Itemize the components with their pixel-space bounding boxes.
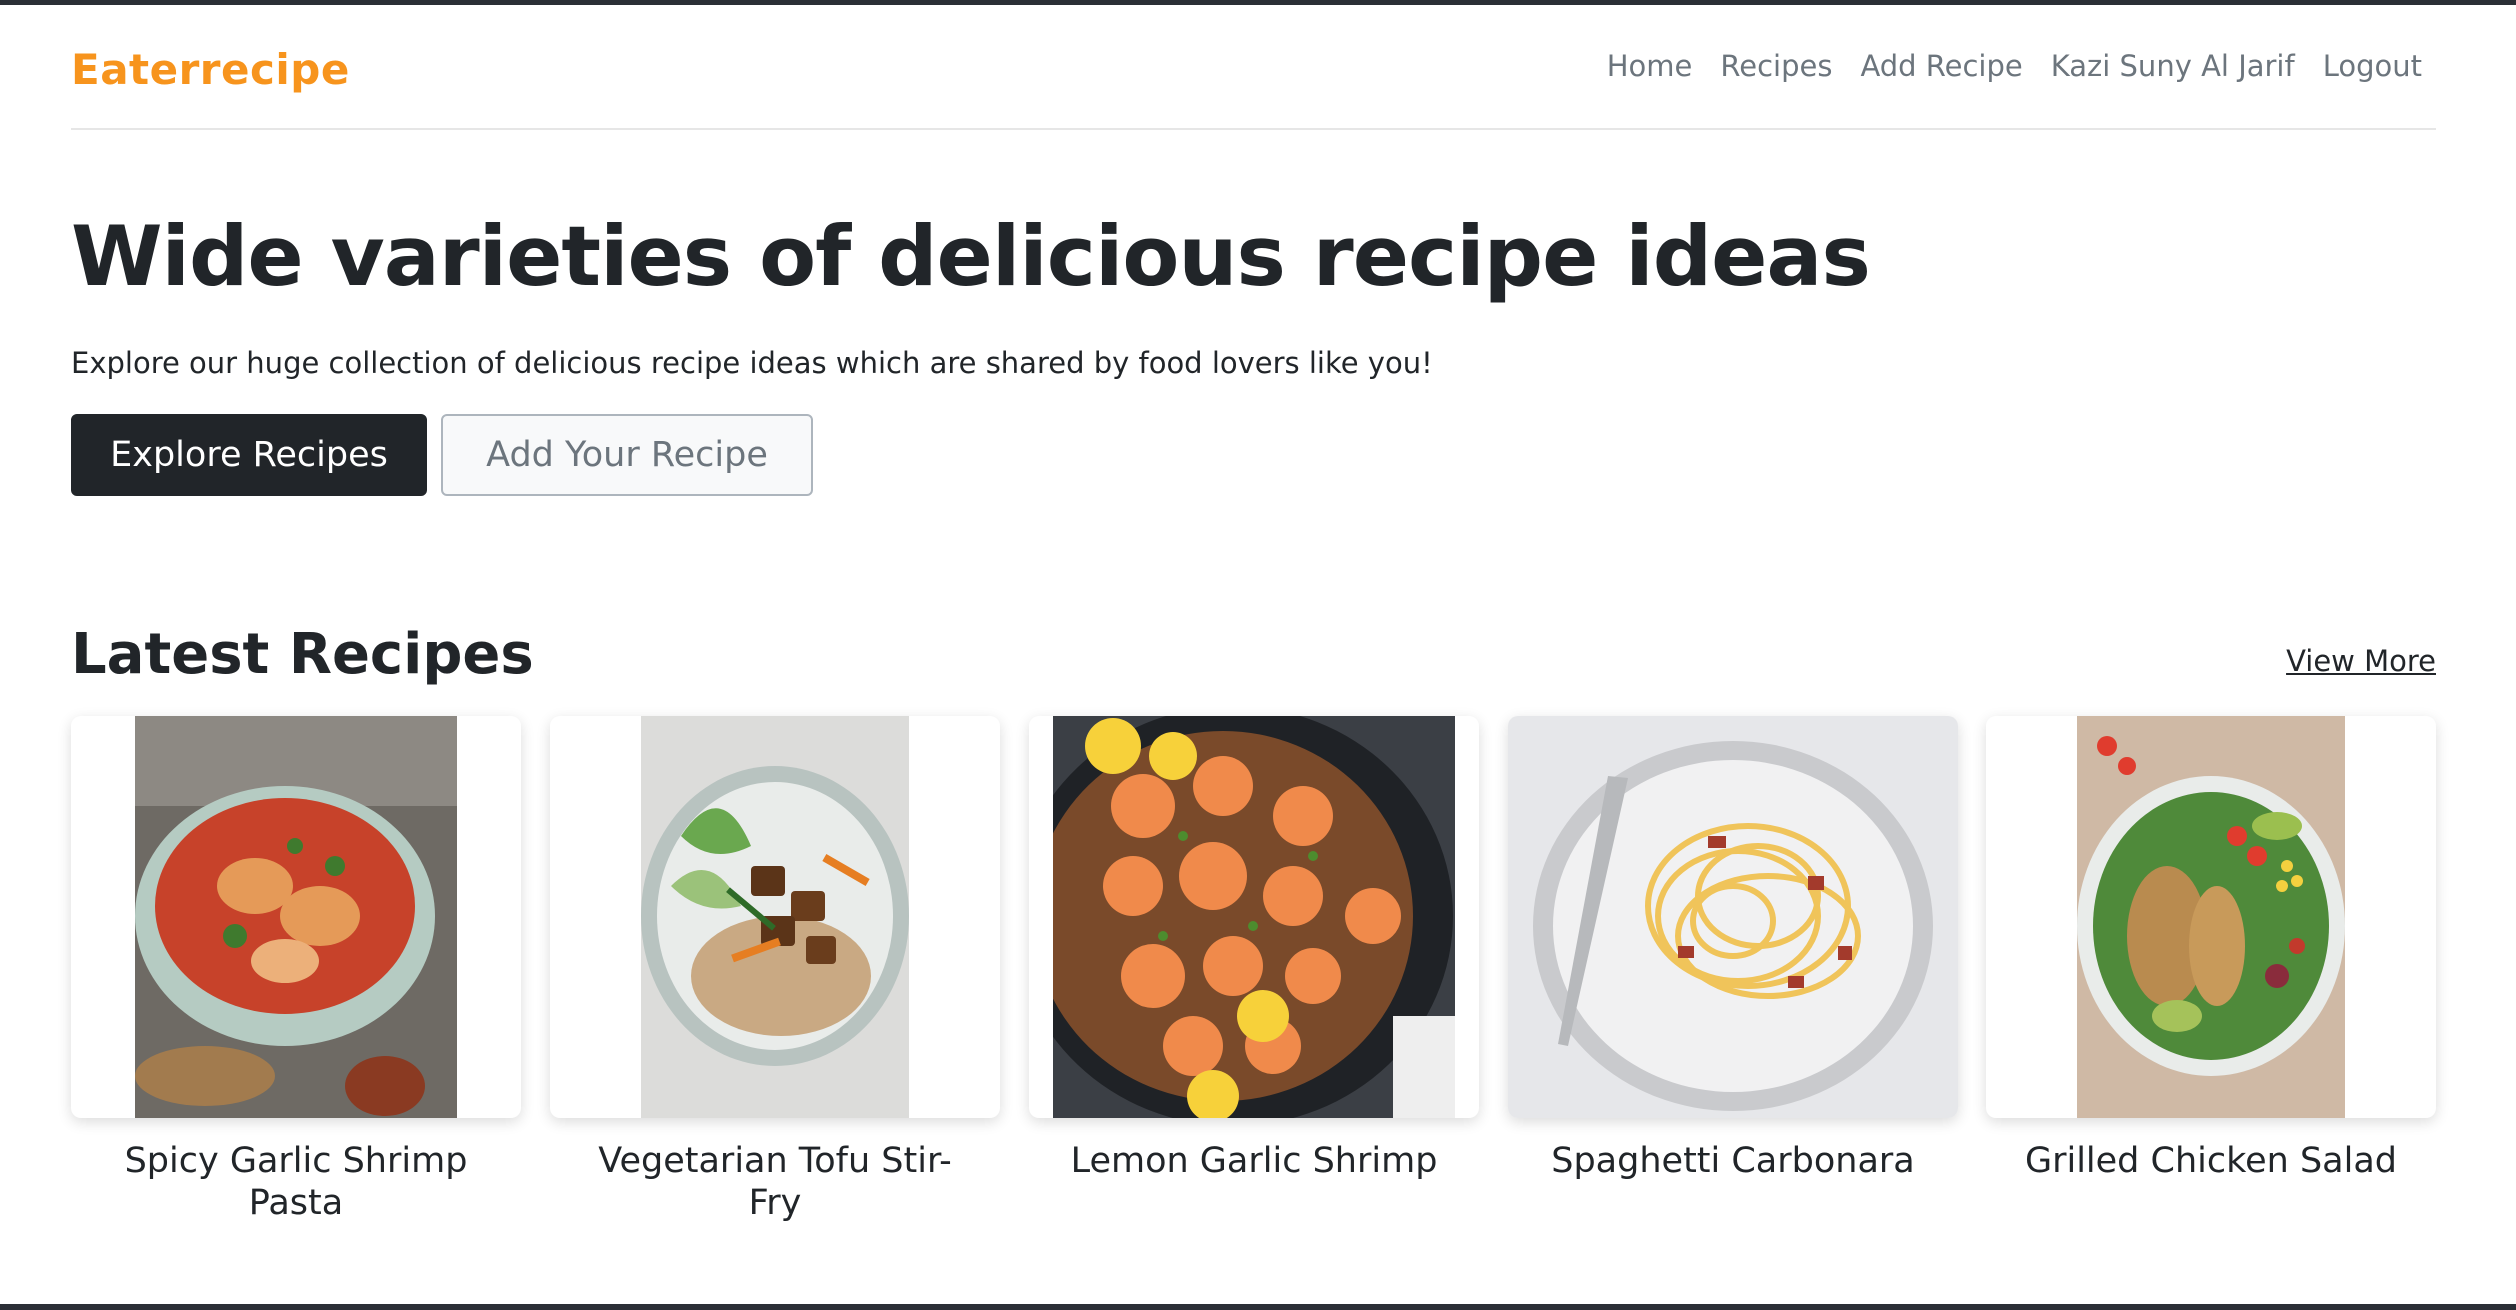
nav-add-recipe[interactable]: Add Recipe	[1860, 49, 2022, 83]
recipe-title[interactable]: Vegetarian Tofu Stir-Fry	[550, 1140, 1000, 1224]
nav-recipes[interactable]: Recipes	[1720, 49, 1832, 83]
recipe-card[interactable]: Spaghetti Carbonara	[1508, 716, 1958, 1182]
window-bottom-border	[0, 1304, 2516, 1310]
recipe-image[interactable]	[1508, 716, 1958, 1118]
nav-logout[interactable]: Logout	[2323, 49, 2422, 83]
explore-recipes-button[interactable]: Explore Recipes	[71, 414, 427, 496]
recipe-image[interactable]	[135, 716, 457, 1118]
hero-title: Wide varieties of delicious recipe ideas	[71, 208, 1871, 305]
view-more-link[interactable]: View More	[2286, 644, 2436, 678]
latest-recipes-title: Latest Recipes	[71, 622, 534, 687]
recipe-title[interactable]: Lemon Garlic Shrimp	[1029, 1140, 1479, 1182]
recipe-card[interactable]: Grilled Chicken Salad	[1986, 716, 2436, 1182]
hero-subtitle: Explore our huge collection of delicious…	[71, 346, 1433, 380]
recipe-image[interactable]	[641, 716, 909, 1118]
recipe-card[interactable]: Vegetarian Tofu Stir-Fry	[550, 716, 1000, 1224]
navbar: Eaterrecipe Home Recipes Add Recipe Kazi…	[71, 5, 2436, 130]
nav-user-profile[interactable]: Kazi Suny Al Jarif	[2051, 49, 2295, 83]
nav-links: Home Recipes Add Recipe Kazi Suny Al Jar…	[1607, 49, 2422, 83]
add-your-recipe-button[interactable]: Add Your Recipe	[441, 414, 813, 496]
nav-home[interactable]: Home	[1607, 49, 1693, 83]
recipe-image-frame[interactable]	[1029, 716, 1479, 1118]
recipe-title[interactable]: Grilled Chicken Salad	[1986, 1140, 2436, 1182]
recipe-image-frame[interactable]	[1986, 716, 2436, 1118]
recipe-cards: Spicy Garlic Shrimp Pasta Vegetarian Tof…	[71, 716, 2436, 1236]
brand-logo[interactable]: Eaterrecipe	[71, 45, 350, 94]
recipe-image-frame[interactable]	[1508, 716, 1958, 1118]
recipe-image-frame[interactable]	[71, 716, 521, 1118]
recipe-title[interactable]: Spicy Garlic Shrimp Pasta	[71, 1140, 521, 1224]
recipe-card[interactable]: Lemon Garlic Shrimp	[1029, 716, 1479, 1182]
recipe-title[interactable]: Spaghetti Carbonara	[1508, 1140, 1958, 1182]
recipe-image[interactable]	[1053, 716, 1455, 1118]
recipe-card[interactable]: Spicy Garlic Shrimp Pasta	[71, 716, 521, 1224]
recipe-image[interactable]	[2077, 716, 2345, 1118]
recipe-image-frame[interactable]	[550, 716, 1000, 1118]
